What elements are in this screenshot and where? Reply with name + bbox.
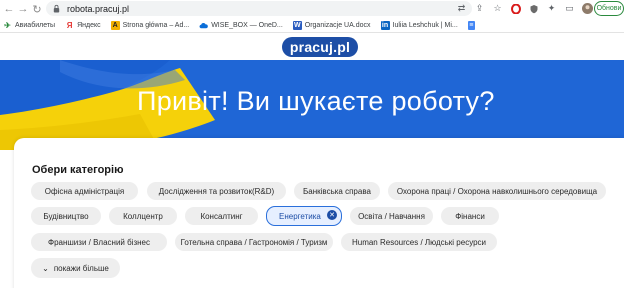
bookmark-item[interactable]: ≡ — [467, 20, 475, 30]
hero-title: Привіт! Ви шукаєте роботу? — [137, 86, 495, 116]
bookmark-label: Яндекс — [77, 21, 101, 29]
category-chip[interactable]: Консалтинг — [185, 207, 258, 225]
update-button[interactable]: Обнови — [594, 1, 624, 16]
category-chip[interactable]: Банківська справа — [294, 182, 380, 200]
translate-icon[interactable]: ⇄ — [455, 2, 468, 15]
close-icon[interactable]: ✕ — [327, 210, 337, 220]
categories-card: Обери категорію Офісна адміністрація Дос… — [14, 138, 624, 288]
category-chip[interactable]: Готельна справа / Гастрономія / Туризм — [175, 233, 333, 251]
category-chip-selected[interactable]: Енергетика ✕ — [266, 206, 342, 226]
shield-icon[interactable] — [527, 2, 540, 15]
site-header: pracuj.pl — [0, 32, 624, 60]
bookmark-label: Organizacje UA.docx — [304, 21, 371, 29]
bookmarks-bar: ✈ Авиабилеты Я Яндекс A Strona główna – … — [0, 18, 624, 32]
category-chip[interactable]: Освіта / Навчання — [350, 207, 433, 225]
category-chip[interactable]: Франшизи / Власний бізнес — [31, 233, 167, 251]
star-icon[interactable]: ☆ — [491, 2, 504, 15]
category-chip[interactable]: Офісна адміністрація — [31, 182, 138, 200]
yandex-icon: Я — [66, 20, 73, 30]
category-chip-label: Енергетика — [279, 211, 321, 221]
show-more-button[interactable]: ⌄ покажи більше — [31, 258, 120, 278]
url-text: robota.pracuj.pl — [67, 3, 130, 14]
page: ← → ↻ robota.pracuj.pl ⇄ ⇪ ☆ ✦ ▭ Обнови … — [0, 0, 624, 288]
pracuj-logo[interactable]: pracuj.pl — [282, 37, 358, 57]
bookmark-label: Авиабилеты — [15, 21, 56, 29]
bookmark-item[interactable]: in Iuliia Leshchuk | Mi... — [380, 20, 458, 30]
share-icon[interactable]: ⇪ — [473, 2, 486, 15]
category-chip[interactable]: Охорона праці / Охорона навколишнього се… — [388, 182, 606, 200]
bookmark-label: Iuliia Leshchuk | Mi... — [392, 21, 458, 29]
category-chip[interactable]: Будівництво — [31, 207, 101, 225]
opera-icon[interactable] — [509, 2, 522, 15]
extensions-icon[interactable]: ✦ — [545, 2, 558, 15]
linkedin-icon: in — [380, 20, 390, 30]
forward-icon[interactable]: → — [16, 2, 30, 16]
a-icon: A — [110, 20, 120, 30]
show-more-label: покажи більше — [53, 263, 109, 273]
reload-icon[interactable]: ↻ — [30, 2, 44, 16]
onedrive-icon — [199, 21, 208, 30]
lock-icon — [53, 4, 60, 13]
browser-toolbar: ← → ↻ robota.pracuj.pl ⇄ ⇪ ☆ ✦ ▭ Обнови — [0, 0, 624, 18]
bookmark-item[interactable]: Я Яндекс — [65, 21, 101, 30]
bookmark-item[interactable]: ✈ Авиабилеты — [3, 21, 55, 30]
back-icon[interactable]: ← — [2, 2, 16, 16]
category-chip[interactable]: Фінанси — [441, 207, 499, 225]
bookmark-item[interactable]: W Organizacje UA.docx — [292, 20, 371, 30]
profile-avatar[interactable] — [581, 2, 594, 15]
bookmark-label: Strona główna – Ad... — [122, 21, 190, 29]
category-chip[interactable]: Human Resources / Людські ресурси — [341, 233, 497, 251]
sidebar-icon[interactable]: ▭ — [563, 2, 576, 15]
plane-icon: ✈ — [4, 20, 11, 30]
bookmark-item[interactable]: A Strona główna – Ad... — [110, 20, 190, 30]
category-chip[interactable]: Коллцентр — [109, 207, 177, 225]
category-chip[interactable]: Дослідження та розвиток(R&D) — [147, 182, 286, 200]
address-bar[interactable]: robota.pracuj.pl — [46, 1, 472, 16]
hero-banner: Привіт! Ви шукаєте роботу? — [0, 60, 624, 150]
categories-title: Обери категорію — [32, 164, 124, 176]
word-icon: W — [292, 20, 302, 30]
bookmark-item[interactable]: WISE_BOX — OneD... — [199, 21, 283, 30]
chevron-down-icon: ⌄ — [42, 263, 49, 273]
bookmark-label: WISE_BOX — OneD... — [211, 21, 283, 29]
docs-icon: ≡ — [467, 20, 475, 30]
